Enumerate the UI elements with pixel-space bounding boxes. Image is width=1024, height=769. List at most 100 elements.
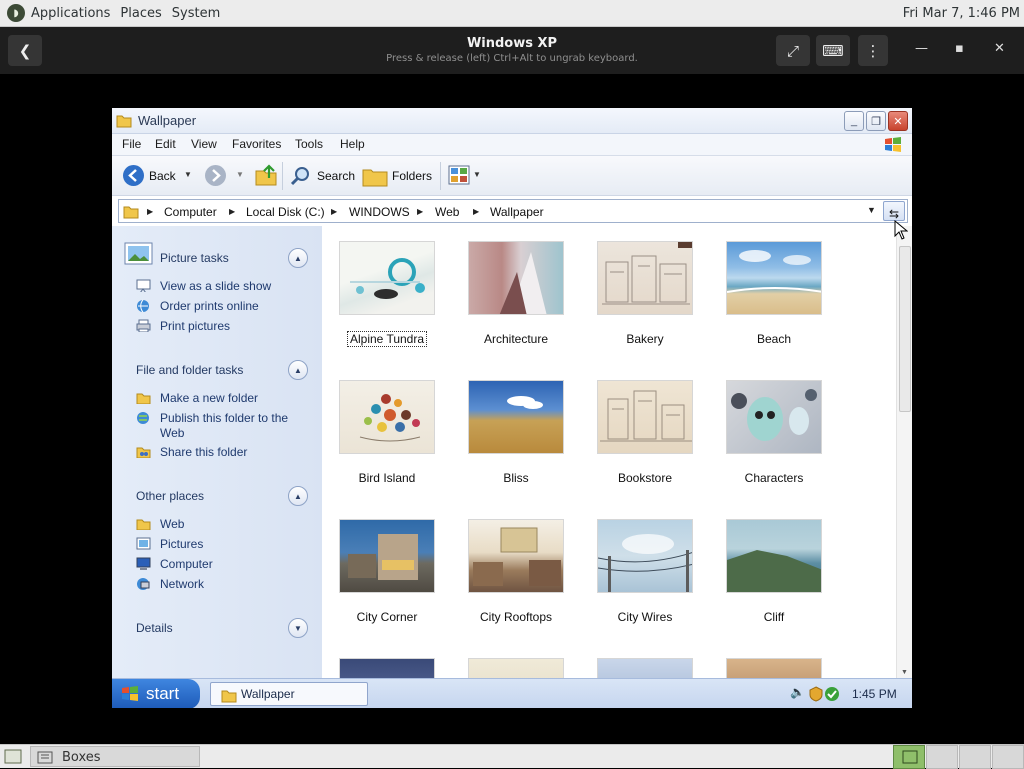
thumbnail-row4-3[interactable] [597,658,693,678]
thumbnail-bookstore[interactable] [597,380,693,454]
menu-help[interactable]: Help [340,137,365,151]
crumb-computer[interactable]: Computer [164,205,217,219]
thumbnail-bird-island[interactable] [339,380,435,454]
crumb-web[interactable]: Web [435,205,459,219]
search-icon [290,167,309,186]
thumbnail-beach[interactable] [726,241,822,315]
crumb-local-disk[interactable]: Local Disk (C:) [246,205,325,219]
picture-tasks-collapse-button[interactable]: ▲ [288,248,308,268]
windows-update-icon[interactable] [824,686,840,702]
guest-display: Wallpaper _ ❐ ✕ File Edit View Favorites… [112,108,912,708]
back-button[interactable]: Back [149,169,176,183]
place-pictures-link[interactable]: Pictures [160,537,203,552]
address-dropdown-icon[interactable]: ▼ [867,205,876,215]
thumbnail-characters[interactable] [726,380,822,454]
panel-clock[interactable]: Fri Mar 7, 1:46 PM [903,6,1020,21]
thumbnail-city-rooftops[interactable] [468,519,564,593]
more-options-button[interactable]: ⋮ [858,35,888,66]
place-network-link[interactable]: Network [160,577,204,592]
tray-clock[interactable]: 1:45 PM [852,687,897,701]
breadcrumb-arrow-icon[interactable]: ▶ [473,207,479,216]
gnome-foot-icon[interactable]: ◗ [7,4,25,22]
thumbnail-cliff[interactable] [726,519,822,593]
up-folder-icon[interactable] [254,163,278,187]
details-expand-button[interactable]: ▼ [288,618,308,638]
standard-toolbar: Back ▼ ▼ Search Folders ▼ [112,156,912,196]
workspace-3[interactable] [959,745,991,769]
menu-view[interactable]: View [191,137,217,151]
thumbnail-row4-2[interactable] [468,658,564,678]
system-menu[interactable]: System [172,6,220,21]
restore-button[interactable]: ❐ [866,111,886,131]
crumb-wallpaper[interactable]: Wallpaper [490,205,544,219]
close-icon[interactable]: ✕ [994,41,1005,56]
place-computer-link[interactable]: Computer [160,557,213,572]
minimize-button[interactable]: _ [844,111,864,131]
thumbnail-row4-4[interactable] [726,658,822,678]
forward-circle-icon[interactable] [204,164,227,187]
views-icon[interactable] [448,165,470,185]
file-tasks-collapse-button[interactable]: ▲ [288,360,308,380]
fullscreen-button[interactable]: ⤢ [776,35,810,66]
show-desktop-icon[interactable] [4,749,22,765]
workspace-4[interactable] [992,745,1024,769]
menu-edit[interactable]: Edit [155,137,176,151]
places-menu[interactable]: Places [120,6,161,21]
publish-folder-link[interactable]: Publish this folder to the Web [160,411,310,441]
folders-button[interactable]: Folders [392,169,432,183]
thumbnail-architecture[interactable] [468,241,564,315]
taskbar-wallpaper-button[interactable]: Wallpaper [210,682,368,706]
security-shield-icon[interactable] [808,686,824,702]
thumbnail-alpine-tundra[interactable] [339,241,435,315]
thumbnail-bakery[interactable] [597,241,693,315]
view-slideshow-link[interactable]: View as a slide show [160,279,271,294]
boxes-app-icon [37,751,53,764]
crumb-windows[interactable]: WINDOWS [349,205,410,219]
network-icon [137,578,150,590]
menu-tools[interactable]: Tools [295,137,323,151]
views-dropdown-icon[interactable]: ▼ [473,170,481,179]
breadcrumb-arrow-icon[interactable]: ▶ [147,207,153,216]
beach-art [727,250,821,293]
scroll-down-icon[interactable]: ▼ [901,669,908,676]
thumbnail-city-corner[interactable] [339,519,435,593]
applications-menu[interactable]: Applications [31,6,110,21]
back-dropdown-icon[interactable]: ▼ [184,170,192,179]
volume-icon[interactable]: 🔈 [790,685,805,699]
taskbar-boxes-button[interactable]: Boxes [30,746,200,767]
menu-file[interactable]: File [122,137,141,151]
search-button[interactable]: Search [317,169,355,183]
thumbnail-bliss[interactable] [468,380,564,454]
selected-caption-alpine-tundra: Alpine Tundra [346,331,428,347]
refresh-icon: ⇆ [888,207,900,221]
order-prints-icon [137,299,149,312]
scrollbar-thumb[interactable] [899,246,911,412]
menu-favorites[interactable]: Favorites [232,137,281,151]
chevron-up-icon: ▲ [294,365,302,375]
start-button[interactable]: start [112,679,200,708]
order-prints-link[interactable]: Order prints online [160,299,259,314]
minimize-icon[interactable]: — [915,41,928,56]
vertical-scrollbar[interactable]: ▼ [896,226,912,678]
address-bar[interactable]: ▶ Computer ▶ Local Disk (C:) ▶ WINDOWS ▶… [118,199,908,223]
folder-icon [221,690,237,703]
refresh-button[interactable]: ⇆ [883,201,905,221]
thumbnail-city-wires[interactable] [597,519,693,593]
other-places-collapse-button[interactable]: ▲ [288,486,308,506]
maximize-icon[interactable]: ▪ [955,41,964,56]
breadcrumb-arrow-icon[interactable]: ▶ [331,207,337,216]
explorer-titlebar[interactable]: Wallpaper _ ❐ ✕ [112,108,912,134]
workspace-1[interactable] [893,745,925,769]
breadcrumb-arrow-icon[interactable]: ▶ [417,207,423,216]
workspace-2[interactable] [926,745,958,769]
print-pictures-link[interactable]: Print pictures [160,319,230,334]
breadcrumb-arrow-icon[interactable]: ▶ [229,207,235,216]
close-button[interactable]: ✕ [888,111,908,131]
place-web-link[interactable]: Web [160,517,184,532]
forward-dropdown-icon[interactable]: ▼ [236,170,244,179]
share-folder-link[interactable]: Share this folder [160,445,247,460]
thumbnail-row4-1[interactable] [339,658,435,678]
keyboard-button[interactable]: ⌨ [816,35,850,66]
back-circle-icon[interactable] [122,164,145,187]
make-new-folder-link[interactable]: Make a new folder [160,391,258,406]
